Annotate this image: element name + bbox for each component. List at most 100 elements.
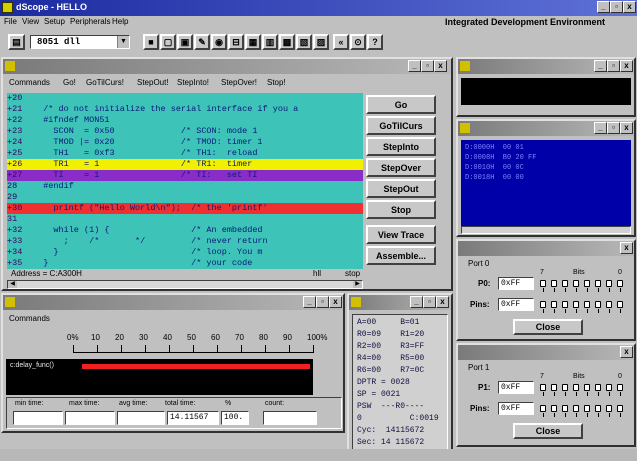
- bit-checkbox[interactable]: [573, 280, 579, 287]
- bit-checkbox[interactable]: [540, 384, 546, 391]
- port1-close-button[interactable]: Close: [513, 423, 583, 439]
- source-line[interactable]: +21 /* do not initialize the serial inte…: [7, 104, 363, 115]
- bit-checkbox[interactable]: [617, 301, 623, 308]
- bit-checkbox[interactable]: [573, 405, 579, 412]
- trace-icon[interactable]: ▧: [296, 34, 312, 50]
- stop-button[interactable]: Stop: [366, 200, 436, 219]
- stepover-button[interactable]: StepOver: [366, 158, 436, 177]
- open-file-icon[interactable]: ▤: [8, 34, 25, 50]
- port1-close-button[interactable]: x: [620, 346, 633, 358]
- perf-commands-label[interactable]: Commands: [9, 314, 50, 323]
- scroll-left-icon[interactable]: ◀: [8, 281, 17, 288]
- source-line[interactable]: +23 SCON = 0x50 /* SCON: mode 1: [7, 126, 363, 137]
- bit-checkbox[interactable]: [617, 405, 623, 412]
- menu-view[interactable]: View: [22, 17, 39, 26]
- rewind-icon[interactable]: «: [333, 34, 349, 50]
- target-select[interactable]: 8051 dll ▼: [30, 35, 130, 49]
- perf-minimize-button[interactable]: _: [303, 296, 316, 308]
- perf-icon[interactable]: ▨: [313, 34, 329, 50]
- source-line[interactable]: +24 TMOD |= 0x20 /* TMOD: timer 1: [7, 137, 363, 148]
- source-line[interactable]: 29: [7, 192, 363, 203]
- source-line[interactable]: +25 TH1 = 0xf3 /* TH1: reload: [7, 148, 363, 159]
- go-button[interactable]: Go: [366, 95, 436, 114]
- assemble-button[interactable]: Assemble...: [366, 246, 436, 265]
- bit-checkbox[interactable]: [584, 280, 590, 287]
- bit-checkbox[interactable]: [551, 301, 557, 308]
- close-button[interactable]: x: [623, 1, 636, 13]
- bit-checkbox[interactable]: [584, 405, 590, 412]
- minimize-button[interactable]: _: [597, 1, 610, 13]
- bit-checkbox[interactable]: [595, 301, 601, 308]
- bit-checkbox[interactable]: [584, 301, 590, 308]
- watch-maximize-button[interactable]: ▫: [607, 60, 620, 72]
- edit-icon[interactable]: ✎: [194, 34, 210, 50]
- perf-maximize-button[interactable]: ▫: [316, 296, 329, 308]
- port0-close-button[interactable]: x: [620, 242, 633, 254]
- bit-checkbox[interactable]: [562, 405, 568, 412]
- watch-minimize-button[interactable]: _: [594, 60, 607, 72]
- source-line[interactable]: +27 TI = 1 /* TI: set TI: [7, 170, 363, 181]
- view-trace-button[interactable]: View Trace: [366, 225, 436, 244]
- bit-checkbox[interactable]: [551, 405, 557, 412]
- bit-checkbox[interactable]: [540, 405, 546, 412]
- code-icon[interactable]: ▥: [262, 34, 278, 50]
- bit-checkbox[interactable]: [562, 301, 568, 308]
- stepout-button[interactable]: StepOut: [366, 179, 436, 198]
- bit-checkbox[interactable]: [606, 405, 612, 412]
- memory-hscrollbar[interactable]: [461, 226, 631, 234]
- port0-close-button[interactable]: Close: [513, 319, 583, 335]
- registers-maximize-button[interactable]: ▫: [423, 296, 436, 308]
- bit-checkbox[interactable]: [562, 280, 568, 287]
- bit-checkbox[interactable]: [595, 280, 601, 287]
- source-code-view[interactable]: +20 +21 /* do not initialize the serial i…: [7, 93, 363, 269]
- debug-maximize-button[interactable]: ▫: [421, 60, 434, 72]
- memory-maximize-button[interactable]: ▫: [607, 122, 620, 134]
- bit-checkbox[interactable]: [606, 301, 612, 308]
- menu-gotilcurs[interactable]: GoTilCurs!: [86, 78, 124, 87]
- debug-close-button[interactable]: x: [434, 60, 447, 72]
- port1-pins-field[interactable]: 0xFF: [498, 402, 534, 415]
- bit-checkbox[interactable]: [595, 384, 601, 391]
- source-line[interactable]: +22 #ifndef MON51: [7, 115, 363, 126]
- menu-stepinto[interactable]: StepInto!: [177, 78, 209, 87]
- watch-icon[interactable]: ◉: [211, 34, 227, 50]
- debug-hscrollbar[interactable]: ◀ ▶: [7, 280, 363, 289]
- bit-checkbox[interactable]: [606, 280, 612, 287]
- registers-icon[interactable]: ▦: [245, 34, 261, 50]
- bit-checkbox[interactable]: [595, 405, 601, 412]
- port0-reg-field[interactable]: 0xFF: [498, 277, 534, 290]
- serial-icon[interactable]: ⊟: [228, 34, 244, 50]
- registers-close-button[interactable]: x: [436, 296, 449, 308]
- bit-checkbox[interactable]: [573, 301, 579, 308]
- bit-checkbox[interactable]: [551, 384, 557, 391]
- memory-minimize-button[interactable]: _: [594, 122, 607, 134]
- bit-checkbox[interactable]: [540, 280, 546, 287]
- bit-checkbox[interactable]: [562, 384, 568, 391]
- registers-minimize-button[interactable]: _: [410, 296, 423, 308]
- source-line[interactable]: 28 #endif: [7, 181, 363, 192]
- help-icon[interactable]: ?: [367, 34, 383, 50]
- breakpoint-icon[interactable]: ⊙: [350, 34, 366, 50]
- watch-close-button[interactable]: x: [620, 60, 633, 72]
- maximize-button[interactable]: ▫: [610, 1, 623, 13]
- memory-close-button[interactable]: x: [620, 122, 633, 134]
- source-line[interactable]: +20: [7, 93, 363, 104]
- source-line[interactable]: 31: [7, 214, 363, 225]
- menu-setup[interactable]: Setup: [44, 17, 65, 26]
- menu-stepover[interactable]: StepOver!: [221, 78, 257, 87]
- menu-stop[interactable]: Stop!: [267, 78, 286, 87]
- menu-peripherals[interactable]: Peripherals: [70, 17, 110, 26]
- bit-checkbox[interactable]: [617, 280, 623, 287]
- menu-file[interactable]: File: [4, 17, 17, 26]
- bit-checkbox[interactable]: [606, 384, 612, 391]
- port0-pins-field[interactable]: 0xFF: [498, 298, 534, 311]
- source-line[interactable]: +26 TR1 = 1 /* TR1: timer: [7, 159, 363, 170]
- bit-checkbox[interactable]: [540, 301, 546, 308]
- gotilcurs-button[interactable]: GoTilCurs: [366, 116, 436, 135]
- window-icon[interactable]: ▢: [160, 34, 176, 50]
- stepinto-button[interactable]: StepInto: [366, 137, 436, 156]
- source-line[interactable]: +33 ; /* */ /* never return: [7, 236, 363, 247]
- source-line[interactable]: +32 while (1) { /* An embedded: [7, 225, 363, 236]
- menu-help[interactable]: Help: [112, 17, 128, 26]
- bit-checkbox[interactable]: [617, 384, 623, 391]
